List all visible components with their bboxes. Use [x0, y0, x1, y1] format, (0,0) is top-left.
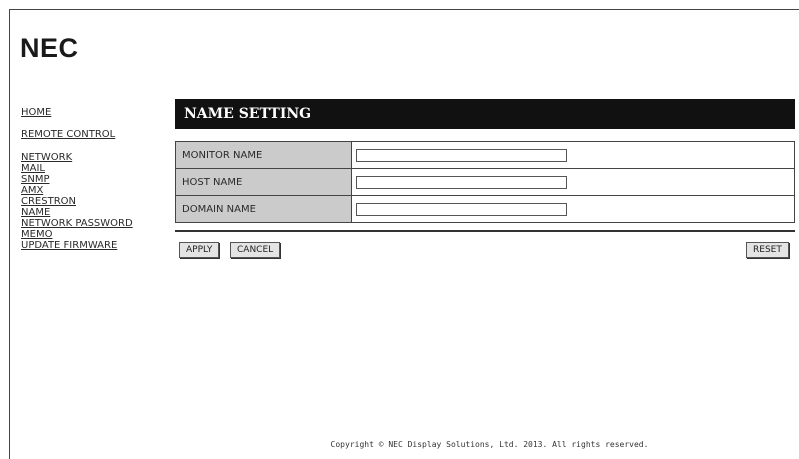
domain-name-label: DOMAIN NAME: [175, 195, 352, 223]
monitor-name-label: MONITOR NAME: [175, 141, 352, 169]
nav-snmp-link[interactable]: SNMP: [21, 175, 50, 185]
nav-update-firmware-link[interactable]: UPDATE FIRMWARE: [21, 241, 117, 251]
cancel-button[interactable]: CANCEL: [230, 242, 281, 258]
nec-logo: NEC: [20, 33, 79, 63]
section-divider: [175, 230, 795, 232]
nav-name-link[interactable]: NAME: [21, 208, 50, 218]
nav-crestron-link[interactable]: CRESTRON: [21, 197, 76, 207]
domain-name-row: DOMAIN NAME: [175, 195, 795, 223]
domain-name-input[interactable]: [356, 202, 567, 216]
nav-amx-link[interactable]: AMX: [21, 186, 43, 196]
apply-button[interactable]: APPLY: [179, 242, 220, 258]
monitor-name-row: MONITOR NAME: [175, 141, 795, 169]
nav-memo-link[interactable]: MEMO: [21, 230, 52, 240]
page-frame: [9, 9, 799, 459]
host-name-input[interactable]: [356, 175, 567, 189]
name-setting-form: MONITOR NAME HOST NAME DOMAIN NAME: [175, 141, 795, 223]
nav-network-link[interactable]: NETWORK: [21, 153, 72, 163]
page-title: NAME SETTING: [175, 99, 795, 129]
monitor-name-input[interactable]: [356, 148, 567, 162]
nav-mail-link[interactable]: MAIL: [21, 164, 45, 174]
copyright-footer: Copyright © NEC Display Solutions, Ltd. …: [330, 440, 649, 449]
reset-button[interactable]: RESET: [746, 242, 789, 258]
nav-remote-control-link[interactable]: REMOTE CONTROL: [21, 130, 115, 140]
nav-home-link[interactable]: HOME: [21, 108, 51, 118]
host-name-row: HOST NAME: [175, 168, 795, 196]
nav-network-password-link[interactable]: NETWORK PASSWORD: [21, 219, 133, 229]
host-name-label: HOST NAME: [175, 168, 352, 196]
